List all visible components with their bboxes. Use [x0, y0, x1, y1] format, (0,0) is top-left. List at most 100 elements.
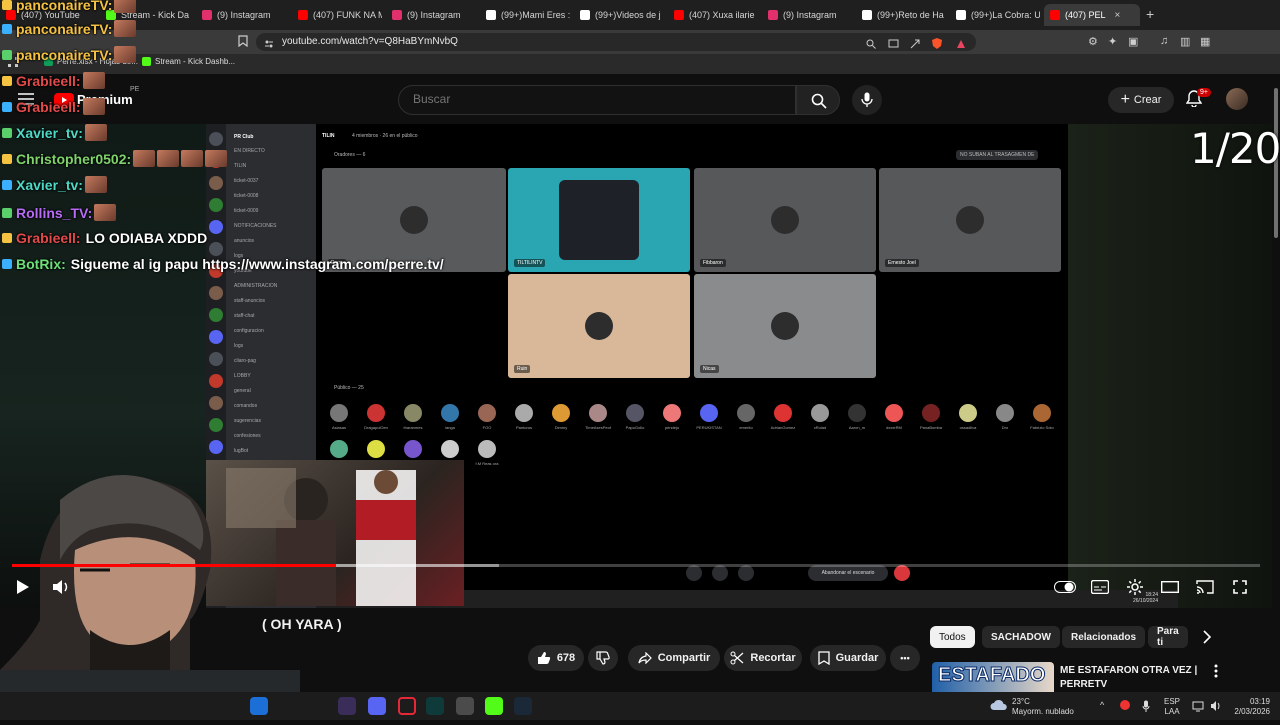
create-button[interactable]: + Crear [1108, 87, 1174, 113]
language-indicator[interactable]: ESP LAA [1164, 697, 1180, 717]
rewards-icon[interactable] [956, 36, 966, 54]
tray-app-icon[interactable] [1120, 700, 1130, 710]
discord-server-icon [209, 396, 223, 410]
terminal-icon[interactable] [426, 697, 444, 715]
discord-server-icon [209, 308, 223, 322]
share-arrow-icon [638, 652, 652, 664]
zoom-icon[interactable] [866, 36, 876, 54]
brave-shield-icon[interactable] [932, 36, 942, 54]
tab-favicon-icon [768, 10, 778, 20]
app-icon-purple[interactable] [338, 697, 356, 715]
browser-tab[interactable]: (9) Instagram [762, 4, 852, 26]
chip-sachadow[interactable]: SACHADOW [982, 626, 1060, 648]
chat-badge-icon [2, 50, 12, 60]
microphone-tray-icon[interactable] [1142, 699, 1150, 717]
search-button[interactable] [796, 85, 840, 115]
browser-tab[interactable]: (99+)La Cobra: U [950, 4, 1040, 26]
close-tab-icon[interactable]: × [1115, 10, 1121, 21]
discord-channel: staff-chat [234, 313, 255, 319]
new-tab-button[interactable]: + [1146, 6, 1154, 22]
like-button[interactable]: 678 [528, 645, 584, 671]
system-clock[interactable]: 03:19 2/03/2026 [1230, 697, 1270, 717]
chip-all[interactable]: Todos [930, 626, 975, 648]
edge-icon[interactable] [250, 697, 268, 715]
chat-username: Grabieell: [16, 230, 81, 246]
share-label: Compartir [657, 652, 711, 664]
dislike-button[interactable] [588, 645, 618, 671]
tab-label: (99+)Reto de Ha [877, 10, 944, 20]
voice-search-button[interactable] [852, 85, 882, 115]
fullscreen-button[interactable] [1229, 576, 1251, 598]
share-icon[interactable] [910, 36, 920, 54]
discord-channel: comandos [234, 403, 258, 409]
extension-icon[interactable]: ⚙ [1088, 35, 1098, 48]
puzzle-icon[interactable]: ✦ [1108, 35, 1117, 48]
kick-taskbar-icon[interactable] [485, 697, 503, 715]
create-label: Crear [1133, 94, 1162, 106]
audience-avatar [626, 404, 644, 422]
chat-username: Grabieell: [16, 99, 81, 115]
chat-badge-icon [2, 154, 12, 164]
windows-taskbar: 23°C Mayorm. nublado ^ ESP LAA 03:19 2/0… [0, 692, 1280, 720]
discord-channel: sugerencias [234, 418, 261, 424]
audience-avatar [404, 440, 422, 458]
wallet-icon[interactable]: ▦ [1200, 35, 1210, 48]
progress-played [12, 564, 337, 567]
more-vert-icon[interactable] [1214, 664, 1218, 683]
more-actions-button[interactable]: ••• [890, 645, 920, 671]
opera-icon[interactable] [398, 697, 416, 715]
share-button[interactable]: Compartir [628, 645, 720, 671]
chip-for-you[interactable]: Para ti [1148, 626, 1188, 648]
tab-favicon-icon [1050, 10, 1060, 20]
audience-avatar [922, 404, 940, 422]
video-progress-bar[interactable] [12, 564, 1260, 567]
chat-message: Grabieell: [2, 72, 105, 89]
media-icon[interactable]: ♫ [1160, 35, 1168, 47]
browser-tab[interactable]: (99+)Videos de j [574, 4, 664, 26]
save-button[interactable]: Guardar [810, 645, 886, 671]
stage-control-icon [738, 565, 754, 581]
discord-channel: lugBot [234, 448, 249, 454]
chat-emote-icon [114, 46, 137, 63]
weather-cloud-icon[interactable] [990, 698, 1008, 716]
volume-button[interactable] [50, 576, 72, 598]
weather-widget[interactable]: 23°C Mayorm. nublado [1012, 697, 1074, 717]
video-title: ( OH YARA ) [262, 616, 342, 632]
downloads-icon[interactable]: ▣ [1128, 35, 1138, 48]
cast-button[interactable] [1194, 576, 1216, 598]
steam-icon[interactable] [514, 697, 532, 715]
browser-tab[interactable]: (407) Xuxa ilarie [668, 4, 758, 26]
cast-icon[interactable] [888, 36, 899, 54]
obs-icon[interactable] [456, 697, 474, 715]
speaker-avatar [585, 312, 613, 340]
speaker-tile: Fibbaron [694, 168, 876, 272]
browser-tab[interactable]: (407) PEL × [1044, 4, 1140, 26]
play-button[interactable] [12, 576, 34, 598]
cast-icon [1196, 580, 1214, 594]
discord-taskbar-icon[interactable] [368, 697, 386, 715]
clip-button[interactable]: Recortar [724, 645, 802, 671]
account-avatar[interactable] [1226, 88, 1248, 110]
discord-channel: staff-anuncios [234, 298, 266, 304]
discord-channel: logs [234, 343, 244, 349]
chevron-right-icon[interactable] [1202, 630, 1212, 649]
chat-message: Rollins_TV: [2, 204, 117, 221]
sidebar-icon[interactable]: ▥ [1180, 35, 1190, 48]
theater-mode-button[interactable] [1159, 576, 1181, 598]
stage-notice: NO SUBAN AL TRASAGMEN DE [956, 150, 1039, 160]
recommended-title[interactable]: ME ESTAFARON OTRA VEZ | PERRETV [1060, 664, 1210, 692]
chat-badge-icon [2, 208, 12, 218]
chip-related[interactable]: Relacionados [1062, 626, 1146, 648]
autoplay-toggle[interactable] [1054, 576, 1076, 598]
tray-chevron-icon[interactable]: ^ [1100, 700, 1104, 710]
browser-tab[interactable]: (99+)Mami Eres : [480, 4, 570, 26]
speaker-tray-icon[interactable] [1210, 699, 1222, 717]
settings-button[interactable] [1124, 576, 1146, 598]
audience-avatar [404, 404, 422, 422]
thumbnail-text: ESTAFADO [937, 664, 1046, 687]
stage-control-icon [686, 565, 702, 581]
subtitles-button[interactable] [1089, 576, 1111, 598]
audience-name: Dimmy [554, 425, 568, 430]
network-icon[interactable] [1192, 699, 1204, 717]
browser-tab[interactable]: (99+)Reto de Ha [856, 4, 946, 26]
